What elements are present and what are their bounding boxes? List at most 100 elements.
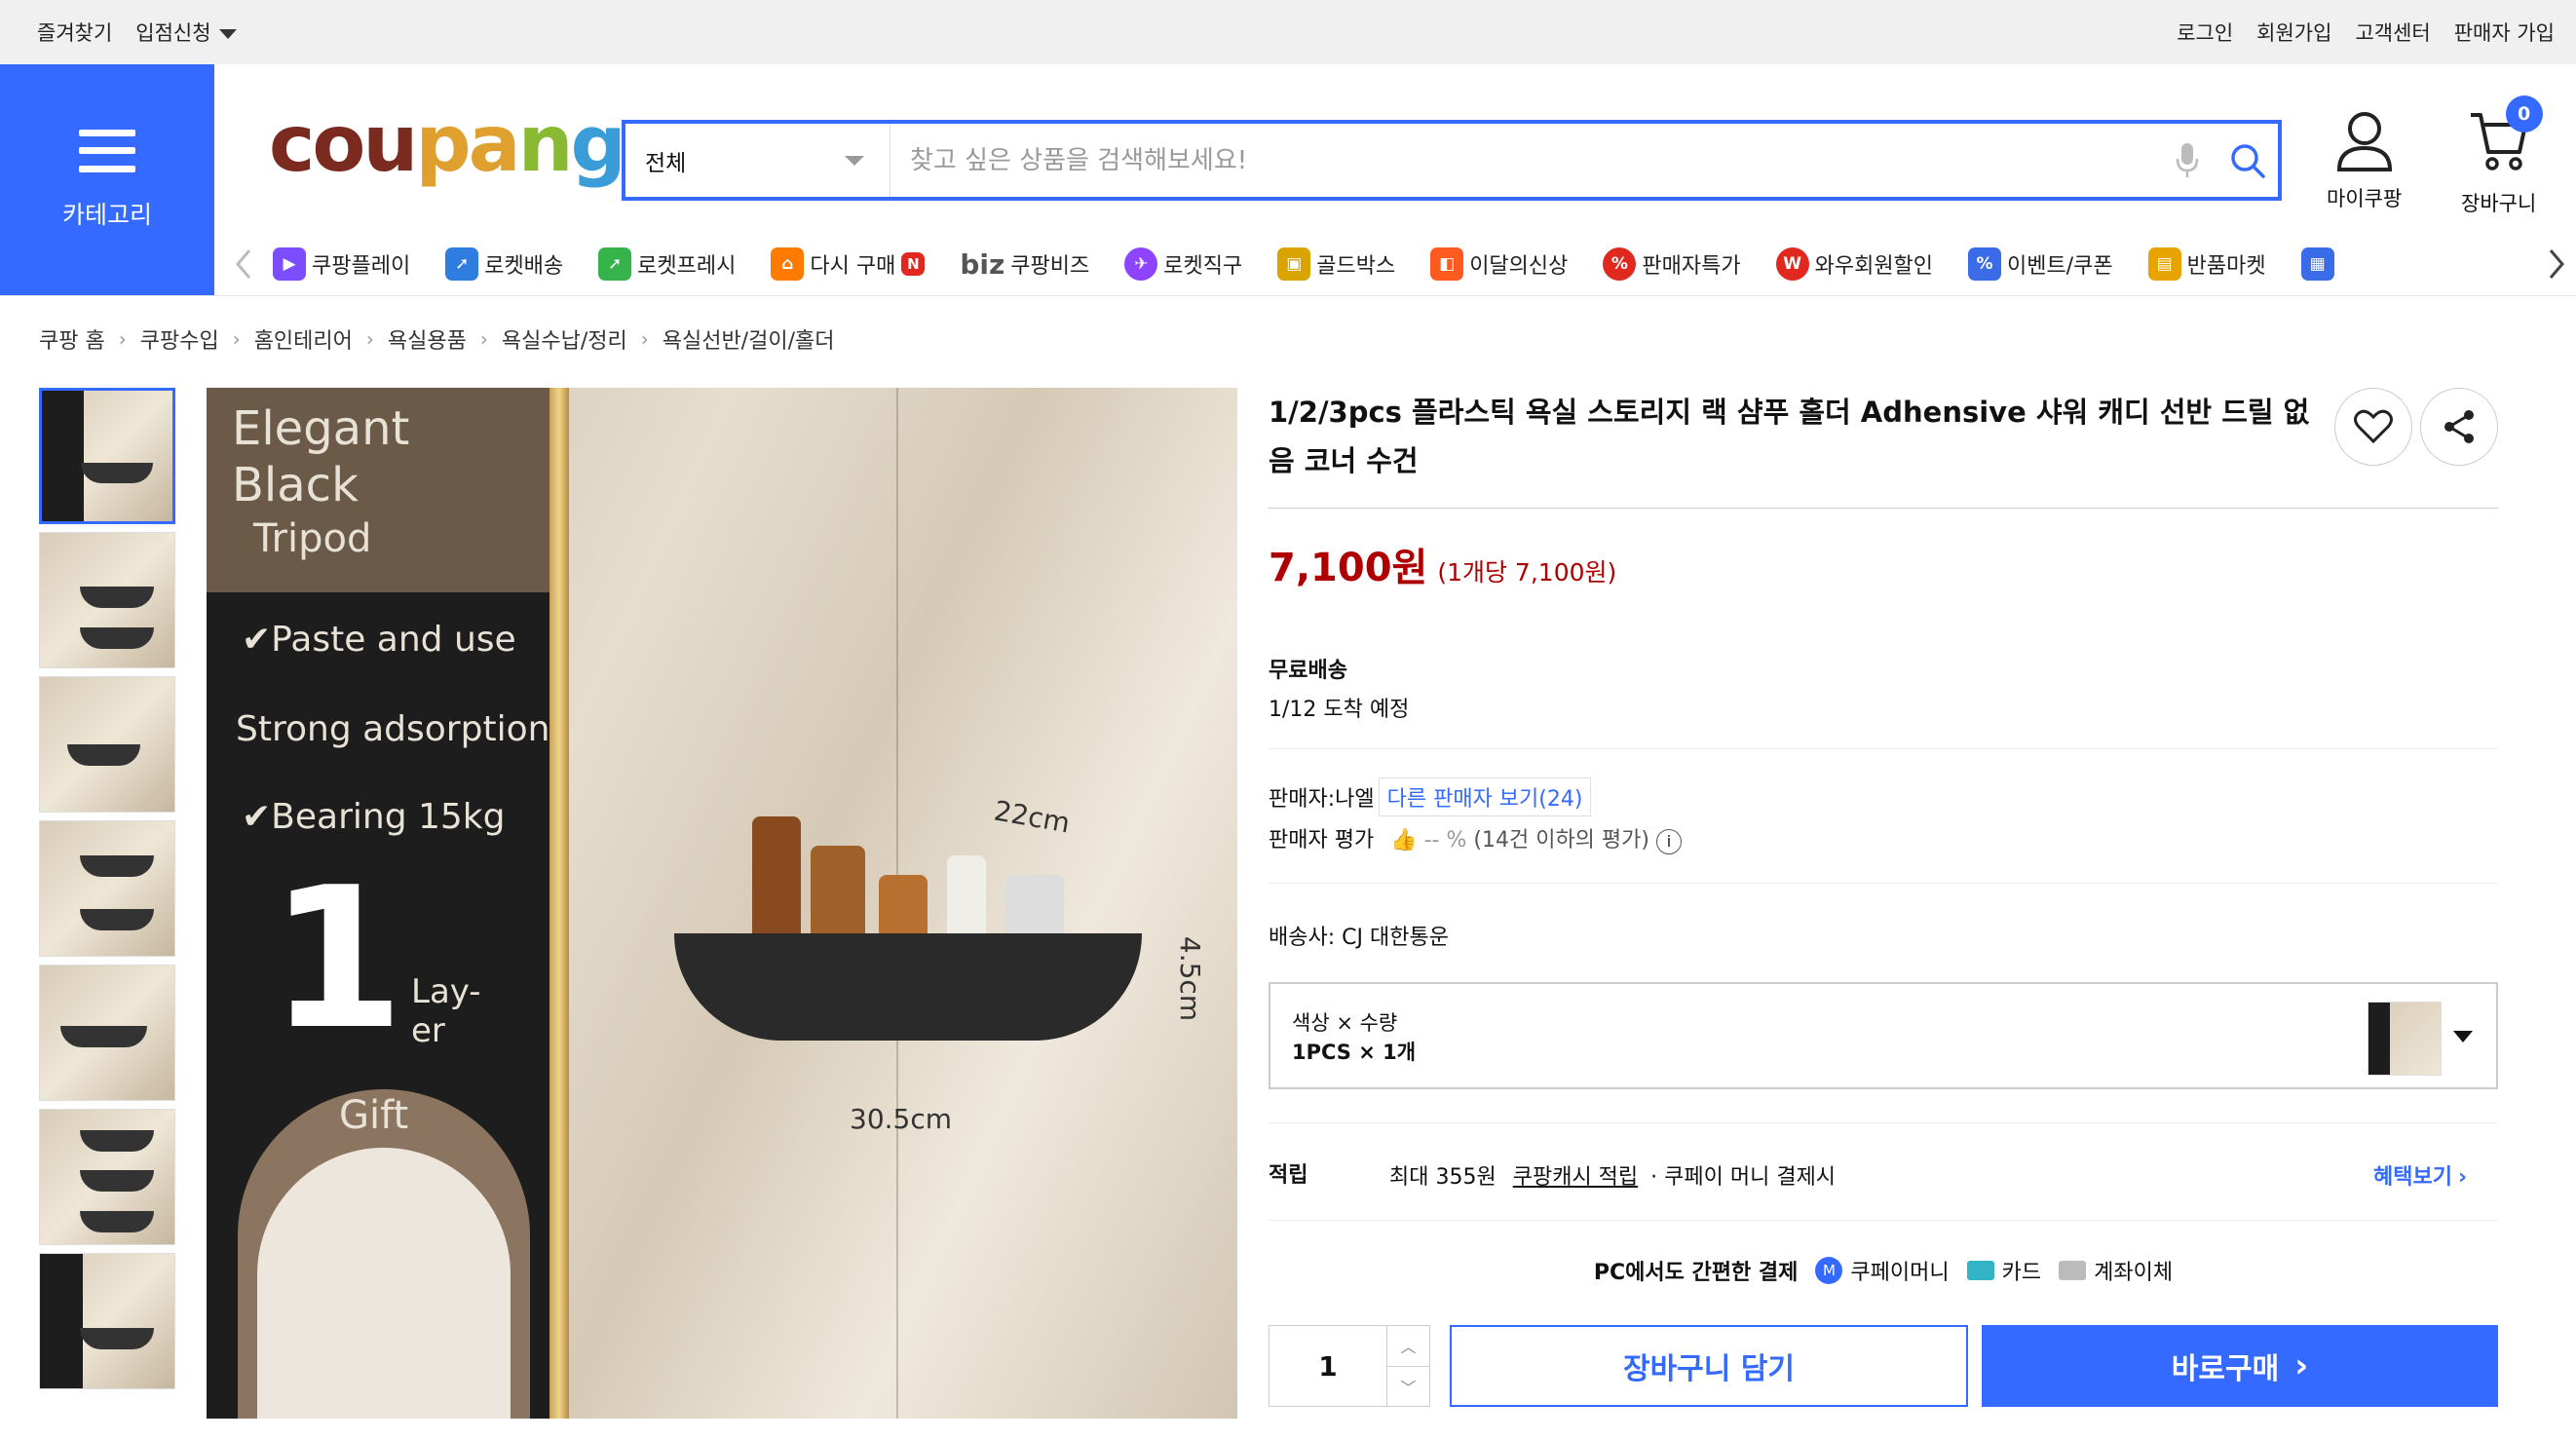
seller-rating-label: 판매자 평가 xyxy=(1269,828,1375,853)
quantity-decrease-button[interactable]: ﹀ xyxy=(1387,1367,1429,1407)
chevron-right-icon: › xyxy=(2457,1165,2468,1190)
chevron-up-icon: ︿ xyxy=(1400,1338,1417,1357)
service-prev-button[interactable] xyxy=(224,248,263,280)
option-thumbnail xyxy=(2368,1002,2442,1076)
coupon-icon: % xyxy=(1968,247,2002,281)
bank-transfer-icon xyxy=(2059,1261,2087,1280)
service-return-market[interactable]: ▤ 반품마켓 xyxy=(2147,247,2266,281)
service-coupangbiz[interactable]: biz 쿠팡비즈 xyxy=(960,248,1089,281)
search-button[interactable] xyxy=(2217,124,2278,197)
search-category-value: 전체 xyxy=(645,150,687,176)
check-circle-icon: ✔ xyxy=(242,620,272,660)
product-thumbnail[interactable] xyxy=(39,1253,175,1389)
service-event-coupon[interactable]: % 이벤트/쿠폰 xyxy=(1968,247,2113,281)
category-button[interactable]: 카테고리 xyxy=(0,64,214,295)
image-heading-line: Black xyxy=(232,458,359,512)
coupay-icon: M xyxy=(1815,1257,1843,1284)
shopping-bag-icon: ◧ xyxy=(1430,247,1464,281)
rocket-icon: ➚ xyxy=(445,247,479,281)
goldbox-icon: ▣ xyxy=(1277,247,1311,281)
seller-signup-link[interactable]: 판매자 가입 xyxy=(2454,18,2555,47)
service-rocket-fresh[interactable]: ➚ 로켓프레시 xyxy=(598,247,736,281)
image-dimension: 4.5cm xyxy=(1174,935,1207,1022)
service-nav: ▶ 쿠팡플레이 ➚ 로켓배송 ➚ 로켓프레시 ⌂ 다시 구매 N biz 쿠팡비즈 ✈ 로켓직… xyxy=(224,234,2576,294)
service-coupangplay[interactable]: ▶ 쿠팡플레이 xyxy=(273,247,410,281)
wishlist-button[interactable] xyxy=(2334,388,2412,466)
product-title: 1/2/3pcs 플라스틱 욕실 스토리지 랙 샴푸 홀더 Adhensive … xyxy=(1269,396,2310,477)
service-rocket-delivery[interactable]: ➚ 로켓배송 xyxy=(445,247,563,281)
buy-now-button[interactable]: 바로구매 › xyxy=(1982,1325,2498,1407)
service-rebuy[interactable]: ⌂ 다시 구매 N xyxy=(771,247,926,281)
product-thumbnail[interactable] xyxy=(39,1109,175,1245)
chevron-down-icon: ﹀ xyxy=(1400,1378,1417,1397)
chevron-down-icon xyxy=(2453,1031,2473,1042)
login-link[interactable]: 로그인 xyxy=(2177,18,2233,47)
carrier-info: 배송사: CJ 대한통운 xyxy=(1269,926,1449,950)
product-thumbnail[interactable] xyxy=(39,676,175,813)
section-divider xyxy=(1269,1122,2498,1123)
coupang-cash-link[interactable]: 쿠팡캐시 적립 xyxy=(1513,1165,1638,1190)
thumbs-up-icon: 👍 xyxy=(1390,828,1418,853)
reward-amount: 최대 355원 xyxy=(1389,1165,1496,1190)
quantity-increase-button[interactable]: ︿ xyxy=(1387,1326,1429,1367)
main-product-image[interactable]: Elegant Black Tripod ✔Paste and use Stro… xyxy=(207,388,1237,1419)
search-input[interactable] xyxy=(890,124,2157,197)
service-goldbox[interactable]: ▣ 골드박스 xyxy=(1277,247,1395,281)
chevron-right-icon: › xyxy=(479,327,488,351)
signup-link[interactable]: 회원가입 xyxy=(2256,18,2331,47)
service-more[interactable]: ▦ xyxy=(2300,247,2334,281)
breadcrumb-item[interactable]: 욕실용품 xyxy=(388,323,467,355)
info-icon[interactable]: i xyxy=(1655,829,1682,854)
quantity-input[interactable]: 1 xyxy=(1269,1326,1386,1406)
service-wow-discount[interactable]: W 와우회원할인 xyxy=(1775,247,1933,281)
add-to-cart-button[interactable]: 장바구니 담기 xyxy=(1450,1325,1968,1407)
share-button[interactable] xyxy=(2420,388,2498,466)
coupang-logo[interactable]: coupang xyxy=(269,105,626,183)
customer-center-link[interactable]: 고객센터 xyxy=(2355,18,2430,47)
image-heading-line: Elegant xyxy=(232,401,410,456)
breadcrumb-item[interactable]: 쿠팡수입 xyxy=(140,323,219,355)
other-sellers-link[interactable]: 다른 판매자 보기(24) xyxy=(1378,777,1592,816)
payment-title: PC에서도 간편한 결제 xyxy=(1593,1261,1799,1285)
store-apply-link[interactable]: 입점신청 xyxy=(135,18,237,47)
image-feature: Strong adsorption xyxy=(236,709,550,749)
benefit-link[interactable]: 혜택보기 › xyxy=(2373,1159,2467,1191)
image-feature: ✔Paste and use xyxy=(242,620,516,660)
breadcrumb-item[interactable]: 욕실선반/걸이/홀더 xyxy=(663,323,835,355)
sale-box-icon: ▤ xyxy=(2147,247,2181,281)
service-monthly-new[interactable]: ◧ 이달의신상 xyxy=(1430,247,1568,281)
image-layer-text: er xyxy=(411,1011,445,1050)
breadcrumb-item[interactable]: 욕실수납/정리 xyxy=(502,323,627,355)
seller-rating-note: (14건 이하의 평가) xyxy=(1473,828,1649,853)
chevron-right-icon: › xyxy=(365,327,374,351)
option-select[interactable]: 색상 × 수량 1PCS × 1개 xyxy=(1269,982,2498,1089)
voice-search-button[interactable] xyxy=(2157,124,2217,197)
mycoupang-button[interactable]: 마이쿠팡 xyxy=(2327,109,2402,212)
search-category-select[interactable]: 전체 xyxy=(625,124,890,197)
product-thumbnail[interactable] xyxy=(39,965,175,1101)
product-thumbnail[interactable] xyxy=(39,820,175,957)
biz-icon: biz xyxy=(960,247,1005,281)
chevron-right-icon: › xyxy=(2294,1346,2309,1385)
percent-icon: % xyxy=(1603,247,1637,281)
product-thumbnail[interactable] xyxy=(39,388,175,524)
image-gift-label: Gift xyxy=(339,1093,409,1138)
section-divider xyxy=(1269,883,2498,884)
sale-price: 7,100원 xyxy=(1269,546,1428,590)
play-icon: ▶ xyxy=(273,247,306,281)
breadcrumb-item[interactable]: 쿠팡 홈 xyxy=(39,323,105,355)
breadcrumb-item[interactable]: 홈인테리어 xyxy=(254,323,353,355)
search-bar: 전체 xyxy=(622,120,2282,201)
payment-method-label: 카드 xyxy=(2001,1261,2042,1285)
cart-button[interactable]: 0 장바구니 xyxy=(2461,95,2543,217)
bookmark-link[interactable]: 즐겨찾기 xyxy=(37,18,112,47)
seller-name: 판매자:나엘 xyxy=(1269,787,1375,812)
service-seller-deal[interactable]: % 판매자특가 xyxy=(1603,247,1741,281)
unit-price: (1개당 7,100원) xyxy=(1437,558,1617,587)
header-divider xyxy=(0,295,2576,296)
service-rocket-global[interactable]: ✈ 로켓직구 xyxy=(1124,247,1242,281)
product-thumbnail[interactable] xyxy=(39,532,175,668)
service-next-button[interactable] xyxy=(2537,248,2576,280)
user-icon xyxy=(2336,112,2392,171)
breadcrumb: 쿠팡 홈 › 쿠팡수입 › 홈인테리어 › 욕실용품 › 욕실수납/정리 › 욕실선반/걸… xyxy=(39,323,834,355)
